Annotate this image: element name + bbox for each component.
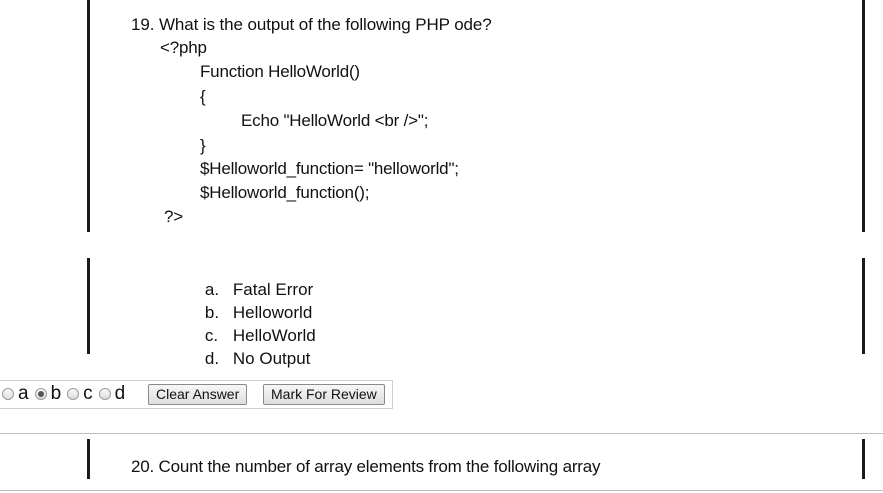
radio-a[interactable] <box>2 388 14 400</box>
radio-label-d: d <box>114 383 126 404</box>
code-line: Function HelloWorld() <box>200 62 360 81</box>
question-20-title: 20. Count the number of array elements f… <box>131 457 601 476</box>
radio-c[interactable] <box>67 388 80 400</box>
question-20-bottom-divider <box>0 490 883 491</box>
right-border <box>862 0 865 232</box>
right-border <box>862 439 865 479</box>
question-20-panel: 20. Count the number of array elements f… <box>0 434 883 479</box>
right-border <box>862 258 865 354</box>
clear-answer-button[interactable]: Clear Answer <box>148 384 248 405</box>
option-text: No Output <box>232 349 311 368</box>
question-19-code-panel: 19. What is the output of the following … <box>0 0 883 232</box>
code-line: } <box>200 136 206 155</box>
code-line: <?php <box>160 38 207 57</box>
question-19-title: 19. What is the output of the following … <box>131 15 492 34</box>
answer-radio-group: a b c d <box>0 384 129 404</box>
answer-bar: a b c d Clear Answer Mark For Review <box>0 380 393 409</box>
radio-label-b: b <box>50 383 62 404</box>
option-letter: d. <box>204 349 220 368</box>
left-border <box>87 439 90 479</box>
left-border <box>87 258 90 354</box>
code-line: Echo "HelloWorld <br />"; <box>241 111 429 130</box>
code-line: $Helloworld_function= "helloworld"; <box>200 159 459 178</box>
question-19-options-panel: a. Fatal Error b. Helloworld c. HelloWorld … <box>0 258 883 368</box>
radio-label-c: c <box>83 383 93 404</box>
code-line: ?> <box>164 207 183 226</box>
radio-d[interactable] <box>98 388 111 400</box>
code-line: { <box>200 87 206 106</box>
radio-label-a: a <box>18 383 29 404</box>
mark-for-review-button[interactable]: Mark For Review <box>263 384 385 405</box>
code-line: $Helloworld_function(); <box>200 183 370 202</box>
left-border <box>87 0 90 232</box>
radio-b[interactable] <box>34 388 47 400</box>
